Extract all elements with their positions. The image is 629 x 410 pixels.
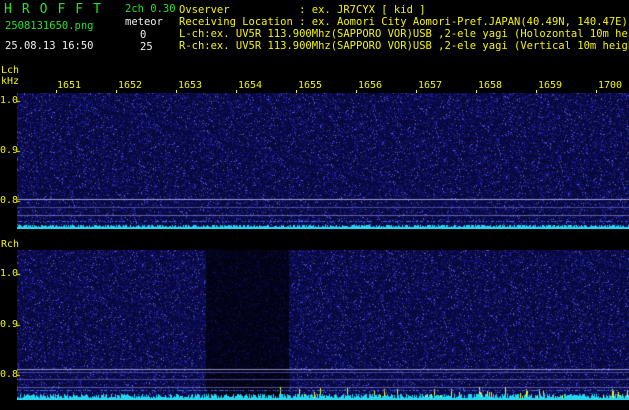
rch-label: Rch	[1, 239, 20, 250]
time-label: 1654	[238, 80, 263, 91]
lch-y-label-0-8: 0.8	[0, 195, 19, 206]
file-name: 2508131650.png	[5, 20, 94, 32]
meteor-label: meteor	[125, 16, 163, 28]
time-label: 1653	[178, 80, 203, 91]
rch-setup-info: R-ch:ex. UV5R 113.900Mhz(SAPPORO VOR)USB…	[179, 40, 629, 52]
time-label: 1700	[598, 80, 623, 91]
app-title: HROFFT	[4, 2, 111, 17]
lch-y-label-0-9: 0.9	[0, 145, 19, 156]
channel-info: 2ch 0.30	[125, 3, 176, 15]
time-label: 1656	[358, 80, 383, 91]
lch-y-label-1-0: 1.0	[0, 95, 19, 106]
time-label: 1657	[418, 80, 443, 91]
rch-y-label-1-0: 1.0	[0, 268, 19, 279]
rch-y-label-0-8: 0.8	[0, 369, 19, 380]
rch-spectrogram	[17, 250, 629, 400]
lch-spectrogram	[17, 93, 629, 229]
rch-y-label-0-9: 0.9	[0, 319, 19, 330]
lch-label: Lch	[1, 65, 20, 76]
lch-meteor-count: 0	[140, 29, 147, 41]
time-label: 1659	[538, 80, 563, 91]
time-label: 1651	[57, 80, 82, 91]
lch-setup-info: L-ch:ex. UV5R 113.900Mhz(SAPPORO VOR)USB…	[179, 28, 629, 40]
khz-unit-label: kHz	[1, 76, 20, 87]
rch-meteor-count: 25	[140, 41, 153, 53]
date-time: 25.08.13 16:50	[5, 40, 94, 52]
time-label: 1658	[478, 80, 503, 91]
time-label: 1652	[118, 80, 143, 91]
observer-info: Ovserver : ex. JR7CYX [ kid ]	[179, 4, 426, 16]
time-label: 1655	[298, 80, 323, 91]
location-info: Receiving Location : ex. Aomori City Aom…	[179, 16, 628, 28]
